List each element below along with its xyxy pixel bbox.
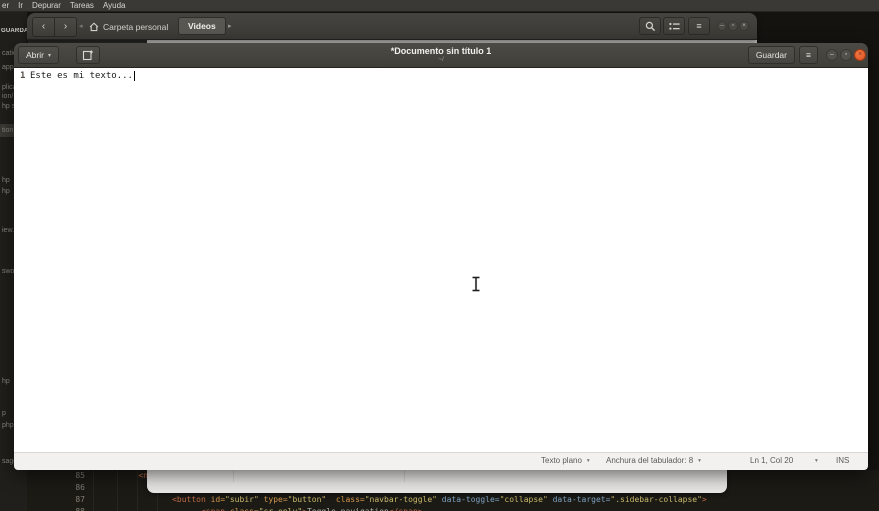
menu-item-ayuda[interactable]: Ayuda bbox=[103, 0, 126, 12]
menu-item-depurar[interactable]: Depurar bbox=[32, 0, 61, 12]
files-window-headerbar: ‹ › ◂ Carpeta personal Videos ▸ ≡ – ▫ × bbox=[27, 13, 757, 40]
tab-width-selector[interactable]: Anchura del tabulador: 8 ▾ bbox=[606, 456, 701, 466]
chevron-down-icon: ▾ bbox=[815, 456, 818, 466]
chevron-down-icon: ▾ bbox=[698, 456, 701, 466]
gedit-statusbar: Texto plano ▾ Anchura del tabulador: 8 ▾… bbox=[14, 452, 868, 470]
sidebar-fragment: php bbox=[2, 421, 14, 430]
sidebar-fragment: hp bbox=[2, 187, 10, 196]
new-document-icon bbox=[82, 49, 94, 61]
language-selector[interactable]: Texto plano ▾ bbox=[541, 456, 590, 466]
column-separator bbox=[233, 468, 234, 482]
home-icon bbox=[89, 22, 99, 32]
files-maximize-button[interactable]: ▫ bbox=[728, 21, 738, 31]
code-gutter: 85868788 bbox=[67, 470, 85, 511]
insert-mode-indicator: INS bbox=[836, 456, 849, 466]
files-window-bottom bbox=[147, 468, 727, 493]
files-menu-button[interactable]: ≡ bbox=[688, 17, 710, 35]
goto-line-dropdown[interactable]: ▾ bbox=[815, 456, 818, 466]
cursor-position[interactable]: Ln 1, Col 20 bbox=[750, 456, 793, 466]
save-button-label: Guardar bbox=[756, 50, 787, 60]
save-button[interactable]: Guardar bbox=[748, 46, 795, 64]
sidebar-fragment: hp bbox=[2, 176, 10, 185]
sidebar-fragment: ion/ bbox=[2, 92, 13, 101]
open-button[interactable]: Abrir ▾ bbox=[18, 46, 59, 64]
search-icon bbox=[645, 21, 656, 32]
sidebar-fragment: swo bbox=[2, 267, 14, 276]
view-options-button[interactable] bbox=[663, 17, 685, 35]
tab-width-label: Anchura del tabulador: 8 bbox=[606, 456, 693, 466]
menu-item-tareas[interactable]: Tareas bbox=[70, 0, 94, 12]
document-text-line: Este es mi texto... bbox=[30, 71, 135, 82]
sidebar-fragment: iew. bbox=[2, 226, 14, 235]
breadcrumb-home-label: Carpeta personal bbox=[103, 22, 168, 32]
sidebar-fragment: app bbox=[2, 63, 14, 72]
menu-item-ver[interactable]: er bbox=[2, 0, 9, 12]
document-text: Este es mi texto... bbox=[30, 71, 133, 81]
list-view-icon bbox=[669, 22, 680, 31]
back-button[interactable]: ‹ bbox=[33, 18, 54, 36]
gedit-minimize-button[interactable]: – bbox=[826, 49, 838, 61]
hamburger-icon: ≡ bbox=[806, 50, 811, 60]
history-nav: ‹ › bbox=[32, 17, 77, 37]
files-minimize-button[interactable]: – bbox=[717, 21, 727, 31]
hamburger-icon: ≡ bbox=[696, 21, 701, 31]
language-label: Texto plano bbox=[541, 456, 582, 466]
text-cursor bbox=[134, 71, 135, 81]
sidebar-fragment: hp bbox=[2, 377, 10, 386]
files-close-button[interactable]: × bbox=[739, 21, 749, 31]
new-document-button[interactable] bbox=[76, 46, 100, 64]
path-scroll-right-icon[interactable]: ▸ bbox=[228, 22, 232, 31]
column-separator bbox=[404, 468, 405, 482]
background-menubar: er Ir Depurar Tareas Ayuda bbox=[0, 0, 879, 12]
text-editor-area[interactable]: 1 Este es mi texto... bbox=[14, 68, 868, 452]
menu-item-ir[interactable]: Ir bbox=[18, 0, 23, 12]
chevron-down-icon: ▾ bbox=[48, 52, 51, 59]
document-title: *Documento sin título 1 bbox=[14, 46, 868, 56]
search-button[interactable] bbox=[639, 17, 661, 35]
gedit-close-button[interactable]: × bbox=[854, 49, 866, 61]
background-save-button[interactable]: GUARDAR bbox=[1, 28, 27, 34]
line-number: 1 bbox=[20, 71, 25, 82]
path-scroll-left-icon[interactable]: ◂ bbox=[79, 22, 83, 31]
document-path: ~/ bbox=[14, 56, 868, 64]
gedit-maximize-button[interactable]: ▫ bbox=[840, 49, 852, 61]
open-button-label: Abrir bbox=[26, 50, 44, 60]
chevron-down-icon: ▾ bbox=[587, 456, 590, 466]
breadcrumb-home[interactable]: Carpeta personal bbox=[89, 18, 168, 35]
gedit-menu-button[interactable]: ≡ bbox=[799, 46, 818, 64]
sidebar-fragment: p bbox=[2, 409, 6, 418]
ibeam-mouse-cursor bbox=[471, 276, 481, 297]
breadcrumb-current-videos[interactable]: Videos bbox=[178, 17, 226, 35]
indent-guide bbox=[93, 470, 94, 511]
gedit-headerbar: Abrir ▾ *Documento sin título 1 ~/ Guard… bbox=[14, 43, 868, 68]
window-title: *Documento sin título 1 ~/ bbox=[14, 46, 868, 64]
forward-button[interactable]: › bbox=[54, 18, 76, 36]
cursor-position-label: Ln 1, Col 20 bbox=[750, 456, 793, 466]
gedit-window: Abrir ▾ *Documento sin título 1 ~/ Guard… bbox=[14, 43, 868, 470]
